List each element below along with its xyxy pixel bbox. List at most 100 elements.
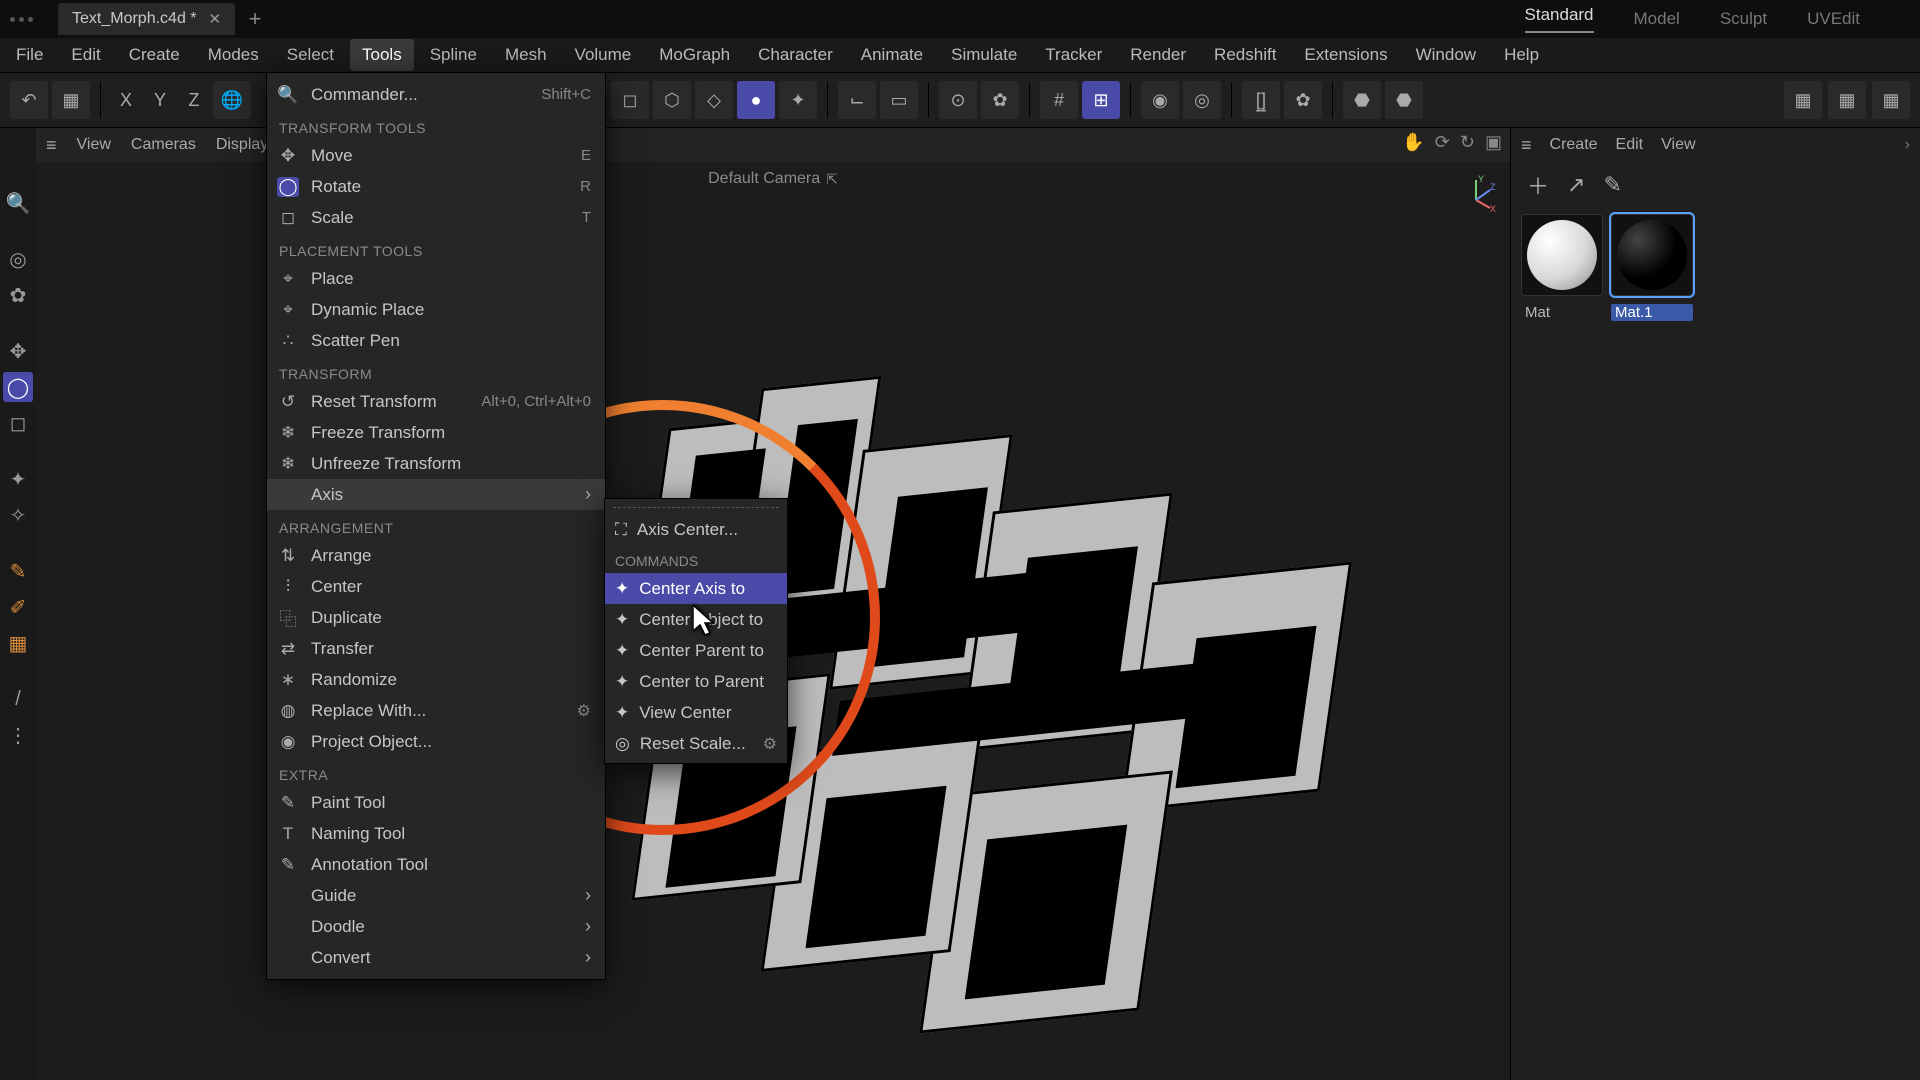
asset-button[interactable]: ⬣ bbox=[1343, 81, 1381, 119]
menu-item-arrange[interactable]: ⇅Arrange bbox=[267, 540, 605, 571]
menu-item-scatter-pen[interactable]: ∴Scatter Pen bbox=[267, 325, 605, 356]
submenu-grip[interactable] bbox=[613, 507, 779, 510]
menu-render[interactable]: Render bbox=[1118, 39, 1198, 71]
material-swatch[interactable] bbox=[1611, 214, 1693, 296]
submenu-item-center-axis-to[interactable]: ✦Center Axis to bbox=[605, 573, 787, 604]
axis-y-toggle[interactable]: Y bbox=[145, 81, 175, 119]
menu-animate[interactable]: Animate bbox=[849, 39, 935, 71]
submenu-item-reset-scale[interactable]: ◎Reset Scale...⚙ bbox=[605, 728, 787, 759]
layout-tab-model[interactable]: Model bbox=[1634, 9, 1680, 29]
menu-item-doodle[interactable]: Doodle bbox=[267, 911, 605, 942]
render-region-button[interactable]: ▦ bbox=[1784, 81, 1822, 119]
rp-menu-create[interactable]: Create bbox=[1550, 136, 1598, 154]
menu-item-place[interactable]: ⌖Place bbox=[267, 263, 605, 294]
primitive-cube-button[interactable]: ◻ bbox=[611, 81, 649, 119]
search-tool-icon[interactable]: 🔍 bbox=[3, 188, 33, 218]
material-name[interactable]: Mat.1 bbox=[1611, 304, 1693, 321]
submenu-item-center-parent-to[interactable]: ✦Center Parent to bbox=[605, 635, 787, 666]
scale-tool-icon[interactable]: ◻ bbox=[3, 408, 33, 438]
settings-icon[interactable]: ✿ bbox=[3, 280, 33, 310]
frame-icon[interactable]: ▣ bbox=[1485, 132, 1502, 153]
new-tab-button[interactable]: + bbox=[243, 6, 267, 32]
snap-magnet-button[interactable]: ⊙ bbox=[939, 81, 977, 119]
axis-x-toggle[interactable]: X bbox=[111, 81, 141, 119]
gear-icon[interactable]: ⚙ bbox=[577, 701, 591, 721]
axis-z-toggle[interactable]: Z bbox=[179, 81, 209, 119]
primitive-cyl-button[interactable]: ◇ bbox=[695, 81, 733, 119]
add-material-icon[interactable]: ＋ bbox=[1527, 169, 1549, 201]
plane-button[interactable]: ▭ bbox=[880, 81, 918, 119]
menu-item-convert[interactable]: Convert bbox=[267, 942, 605, 973]
workplane2-button[interactable]: ◎ bbox=[1183, 81, 1221, 119]
submenu-item-center-object-to[interactable]: ✦Center Object to bbox=[605, 604, 787, 635]
menu-mograph[interactable]: MoGraph bbox=[647, 39, 742, 71]
menu-item-guide[interactable]: Guide bbox=[267, 880, 605, 911]
workplane-button[interactable]: ◉ bbox=[1141, 81, 1179, 119]
grid-snap-button[interactable]: ⊞ bbox=[1082, 81, 1120, 119]
rp-menu-view[interactable]: View bbox=[1661, 136, 1695, 154]
hamburger-icon[interactable]: ≡ bbox=[1521, 135, 1532, 156]
menu-spline[interactable]: Spline bbox=[418, 39, 489, 71]
camera-label[interactable]: Default Camera ⇱ bbox=[708, 170, 838, 188]
gear-icon[interactable]: ⚙ bbox=[763, 734, 777, 754]
menu-item-reset-transform[interactable]: ↺Reset TransformAlt+0, Ctrl+Alt+0 bbox=[267, 386, 605, 417]
close-icon[interactable]: ✕ bbox=[209, 10, 222, 28]
axis-tool-icon[interactable]: ✦ bbox=[3, 464, 33, 494]
menu-window[interactable]: Window bbox=[1404, 39, 1488, 71]
submenu-item-axis-center[interactable]: ⛶Axis Center... bbox=[605, 514, 787, 545]
symmetry-settings-button[interactable]: ✿ bbox=[1284, 81, 1322, 119]
menu-item-project-object[interactable]: ◉Project Object... bbox=[267, 726, 605, 757]
move-tool-icon[interactable]: ✥ bbox=[3, 336, 33, 366]
menu-item-randomize[interactable]: ∗Randomize bbox=[267, 664, 605, 695]
camera-link-icon[interactable]: ⇱ bbox=[826, 171, 838, 188]
brush-tool-icon[interactable]: / bbox=[3, 684, 33, 714]
material-name[interactable]: Mat bbox=[1521, 304, 1603, 321]
menu-select[interactable]: Select bbox=[275, 39, 346, 71]
menu-item-replace-with[interactable]: ◍Replace With...⚙ bbox=[267, 695, 605, 726]
menu-redshift[interactable]: Redshift bbox=[1202, 39, 1288, 71]
menu-modes[interactable]: Modes bbox=[196, 39, 271, 71]
primitive-hex-button[interactable]: ⬡ bbox=[653, 81, 691, 119]
menu-item-annotation-tool[interactable]: ✎Annotation Tool bbox=[267, 849, 605, 880]
zoom-icon[interactable]: ⟳ bbox=[1435, 132, 1450, 153]
link-material-icon[interactable]: ↗ bbox=[1567, 172, 1585, 198]
menu-simulate[interactable]: Simulate bbox=[939, 39, 1029, 71]
menu-item-duplicate[interactable]: ⿻Duplicate bbox=[267, 602, 605, 633]
grid-button[interactable]: # bbox=[1040, 81, 1078, 119]
viewport-menu-cameras[interactable]: Cameras bbox=[131, 136, 196, 154]
hamburger-icon[interactable]: ≡ bbox=[46, 135, 57, 156]
coord-system-button[interactable]: 🌐 bbox=[213, 81, 251, 119]
sketch-tool-icon[interactable]: ✐ bbox=[3, 592, 33, 622]
menu-character[interactable]: Character bbox=[746, 39, 845, 71]
orbit-icon[interactable]: ↻ bbox=[1460, 132, 1475, 153]
menu-mesh[interactable]: Mesh bbox=[493, 39, 559, 71]
menu-item-paint-tool[interactable]: ✎Paint Tool bbox=[267, 787, 605, 818]
menu-item-axis[interactable]: Axis bbox=[267, 479, 605, 510]
layout-button[interactable]: ▦ bbox=[52, 81, 90, 119]
axis-indicator[interactable]: Y Z X bbox=[1456, 174, 1496, 214]
menu-item-center[interactable]: ⫶Center bbox=[267, 571, 605, 602]
spline-tool-icon[interactable]: ✎ bbox=[3, 556, 33, 586]
menu-item-move[interactable]: ✥MoveE bbox=[267, 140, 605, 171]
menu-help[interactable]: Help bbox=[1492, 39, 1551, 71]
rp-menu-edit[interactable]: Edit bbox=[1616, 136, 1644, 154]
chevron-right-icon[interactable]: › bbox=[1905, 136, 1910, 154]
menu-item-unfreeze-transform[interactable]: ❄Unfreeze Transform bbox=[267, 448, 605, 479]
document-tab[interactable]: Text_Morph.c4d * ✕ bbox=[58, 3, 235, 35]
render-pv-button[interactable]: ▦ bbox=[1872, 81, 1910, 119]
live-select-icon[interactable]: ◎ bbox=[3, 244, 33, 274]
eyedropper-icon[interactable]: ✎ bbox=[1603, 172, 1621, 198]
window-controls[interactable] bbox=[10, 17, 50, 22]
menu-volume[interactable]: Volume bbox=[563, 39, 644, 71]
menu-item-scale[interactable]: ◻ScaleT bbox=[267, 202, 605, 233]
menu-item-freeze-transform[interactable]: ❄Freeze Transform bbox=[267, 417, 605, 448]
render-view-button[interactable]: ▦ bbox=[1828, 81, 1866, 119]
menu-extensions[interactable]: Extensions bbox=[1292, 39, 1399, 71]
layout-tab-standard[interactable]: Standard bbox=[1525, 5, 1594, 33]
menu-item-transfer[interactable]: ⇄Transfer bbox=[267, 633, 605, 664]
layout-tab-sculpt[interactable]: Sculpt bbox=[1720, 9, 1767, 29]
submenu-item-center-to-parent[interactable]: ✦Center to Parent bbox=[605, 666, 787, 697]
viewport-menu-display[interactable]: Display bbox=[216, 136, 268, 154]
symmetry-button[interactable]: ⦋⦌ bbox=[1242, 81, 1280, 119]
menu-tools[interactable]: Tools bbox=[350, 39, 414, 71]
